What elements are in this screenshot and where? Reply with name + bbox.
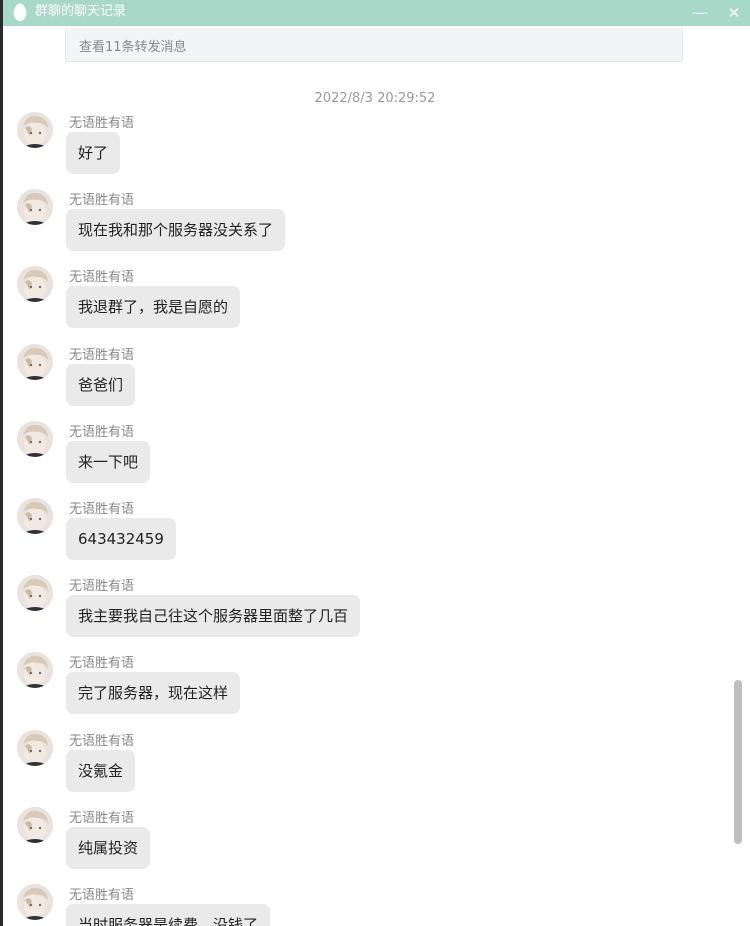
sender-name: 无语胜有语 [69,193,135,208]
message-item: 无语胜有语 没氪金 [3,730,723,807]
avatar[interactable] [17,884,53,920]
sender-name: 无语胜有语 [69,348,135,363]
avatar[interactable] [17,730,53,766]
sender-name: 无语胜有语 [69,579,135,594]
message-item: 无语胜有语 现在我和那个服务器没关系了 [3,189,723,266]
sender-name: 无语胜有语 [69,734,135,749]
message-bubble[interactable]: 完了服务器，现在这样 [66,672,241,714]
sender-name: 无语胜有语 [69,656,135,671]
message-bubble[interactable]: 我退群了，我是自愿的 [66,286,241,328]
forwarded-messages-card[interactable]: 查看11条转发消息 [65,28,683,62]
minimize-button[interactable]: — [685,0,715,26]
message-bubble[interactable]: 来一下吧 [66,441,151,483]
sender-name: 无语胜有语 [69,270,135,285]
message-bubble[interactable]: 643432459 [66,518,176,560]
view-forwarded-link[interactable]: 查看11条转发消息 [79,36,187,55]
sender-name: 无语胜有语 [69,502,135,517]
message-item: 无语胜有语 我主要我自己往这个服务器里面整了几百 [3,575,723,652]
message-bubble[interactable]: 纯属投资 [66,827,151,869]
avatar[interactable] [17,266,53,302]
message-item: 无语胜有语 来一下吧 [3,421,723,498]
sender-name: 无语胜有语 [69,811,135,826]
message-item: 无语胜有语 完了服务器，现在这样 [3,652,723,729]
avatar[interactable] [17,112,53,148]
message-item: 无语胜有语 我退群了，我是自愿的 [3,266,723,343]
chat-history-window: 群聊的聊天记录 — ✕ 查看11条转发消息 2022/8/3 20:29:52 … [3,0,750,926]
avatar[interactable] [17,652,53,688]
message-item: 无语胜有语 爸爸们 [3,344,723,421]
message-bubble[interactable]: 当时服务器是续费，没钱了 [66,904,271,926]
message-bubble[interactable]: 好了 [66,132,121,174]
message-item: 无语胜有语 当时服务器是续费，没钱了 [3,884,723,926]
penguin-icon [13,3,27,21]
avatar[interactable] [17,189,53,225]
title-bar[interactable]: 群聊的聊天记录 — ✕ [3,0,750,26]
avatar[interactable] [17,421,53,457]
avatar[interactable] [17,575,53,611]
close-button[interactable]: ✕ [719,0,749,26]
message-item: 无语胜有语 643432459 [3,498,723,575]
avatar[interactable] [17,498,53,534]
window-title: 群聊的聊天记录 [35,4,127,19]
avatar[interactable] [17,807,53,843]
avatar[interactable] [17,344,53,380]
scrollbar[interactable] [731,680,745,926]
message-bubble[interactable]: 现在我和那个服务器没关系了 [66,209,286,251]
message-bubble[interactable]: 没氪金 [66,750,136,792]
message-item: 无语胜有语 纯属投资 [3,807,723,884]
message-timestamp: 2022/8/3 20:29:52 [314,91,436,106]
message-item: 无语胜有语 好了 [3,112,723,189]
sender-name: 无语胜有语 [69,425,135,440]
message-bubble[interactable]: 爸爸们 [66,364,136,406]
sender-name: 无语胜有语 [69,888,135,903]
message-bubble[interactable]: 我主要我自己往这个服务器里面整了几百 [66,595,361,637]
scrollbar-thumb[interactable] [734,680,742,844]
sender-name: 无语胜有语 [69,116,135,131]
